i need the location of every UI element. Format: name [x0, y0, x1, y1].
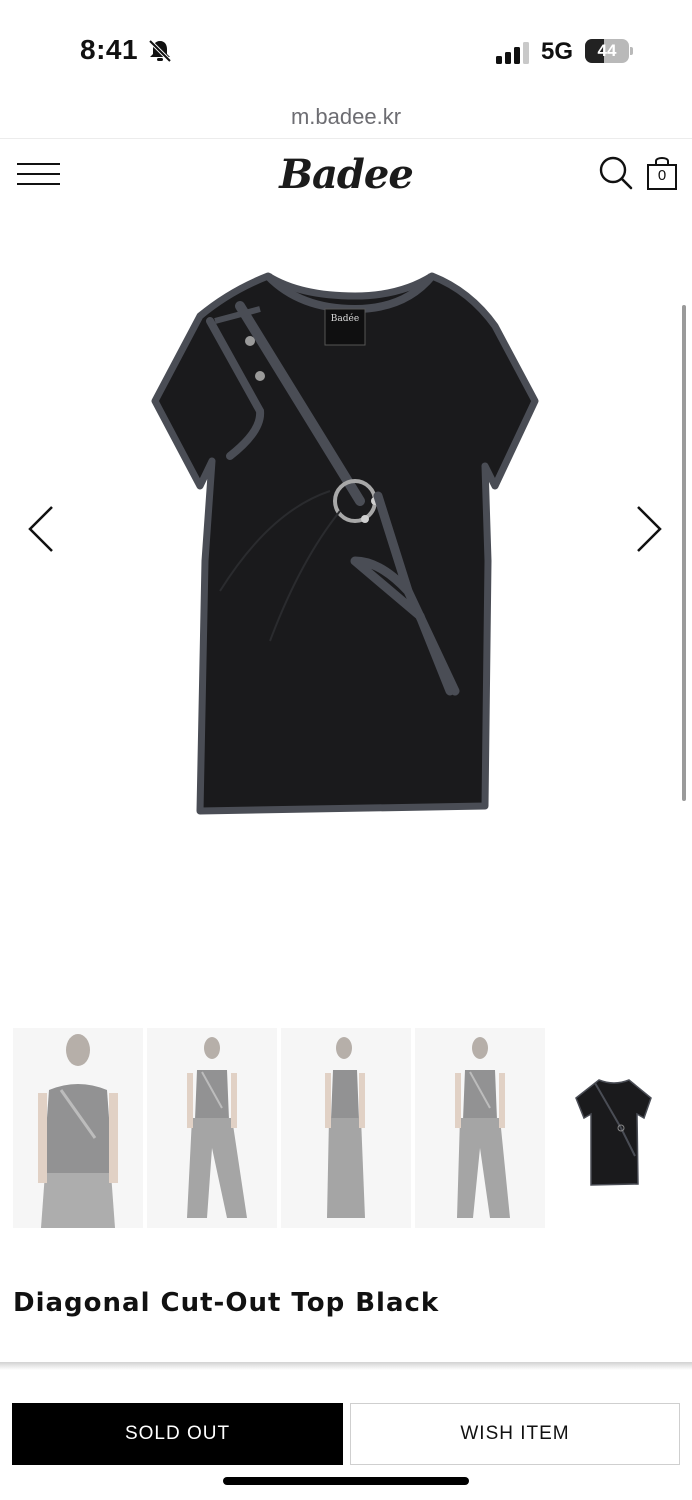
thumbnail[interactable] [281, 1028, 411, 1228]
model-photo-image [325, 1037, 365, 1218]
thumbnail[interactable] [415, 1028, 545, 1228]
status-time: 8:41 [80, 34, 139, 65]
brand-logo[interactable]: Badee [0, 151, 692, 198]
thumbnail-active[interactable] [549, 1028, 679, 1228]
battery-icon: 44 [585, 39, 633, 63]
scroll-indicator[interactable] [682, 305, 686, 801]
chevron-left-icon[interactable] [26, 504, 56, 554]
product-title: Diagonal Cut-Out Top Black [13, 1288, 440, 1318]
sold-out-button[interactable]: SOLD OUT [12, 1403, 343, 1465]
thumbnail[interactable] [13, 1028, 143, 1228]
site-header: Badee 0 [0, 139, 692, 221]
model-photo-image [38, 1034, 118, 1228]
wish-item-button[interactable]: WISH ITEM [350, 1403, 680, 1465]
model-photo-image [455, 1037, 510, 1218]
thumbnail[interactable] [147, 1028, 277, 1228]
cart-count: 0 [657, 167, 667, 184]
bottom-bar-shadow [0, 1362, 692, 1370]
thumbnail-strip [13, 1028, 683, 1228]
garment-label: Badée [331, 313, 359, 324]
signal-bars-icon [496, 42, 529, 64]
product-shirt-thumbnail-image [575, 1079, 652, 1186]
home-indicator [223, 1477, 469, 1485]
shopping-bag-icon[interactable]: 0 [646, 155, 678, 191]
product-image[interactable]: Badée [0, 221, 692, 1011]
search-icon[interactable] [599, 156, 633, 190]
status-bar: 8:41 5G 44 [0, 0, 692, 96]
network-label: 5G [541, 38, 574, 65]
battery-level: 44 [597, 41, 617, 60]
product-shirt-image: Badée [151, 272, 539, 815]
browser-url[interactable]: m.badee.kr [0, 96, 692, 138]
chevron-right-icon[interactable] [634, 504, 664, 554]
model-photo-image [187, 1037, 247, 1218]
bell-slash-icon [148, 39, 172, 63]
